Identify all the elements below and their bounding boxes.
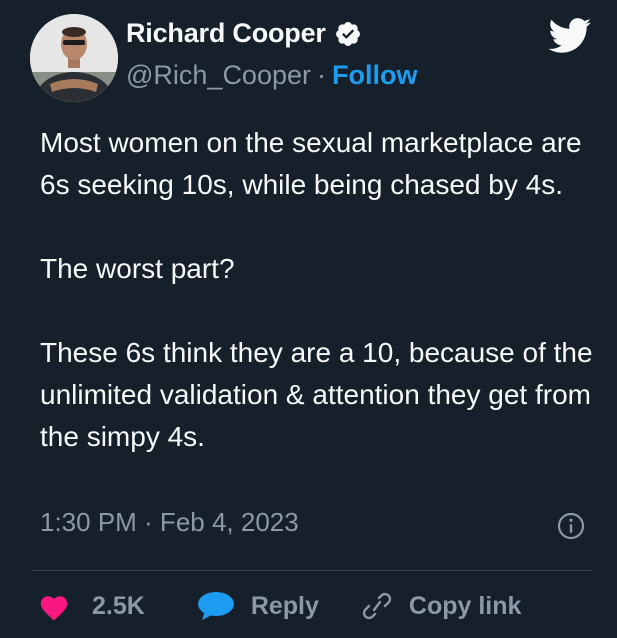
tweet-paragraph: The worst part? xyxy=(40,253,235,284)
heart-icon xyxy=(38,592,70,621)
tweet-paragraph: These 6s think they are a 10, because of… xyxy=(40,337,593,452)
follow-button[interactable]: Follow xyxy=(332,60,417,90)
tweet-paragraph: Most women on the sexual marketplace are… xyxy=(40,127,582,200)
reply-label: Reply xyxy=(250,591,319,620)
divider xyxy=(32,570,593,571)
copy-link-label: Copy link xyxy=(408,591,522,620)
avatar-photo xyxy=(30,14,118,102)
twitter-bird-icon[interactable] xyxy=(548,18,592,54)
like-count: 2.5K xyxy=(92,591,145,620)
info-icon[interactable] xyxy=(556,511,586,541)
tweet-actions: 2.5K Reply Copy link xyxy=(38,584,521,628)
verified-badge-icon xyxy=(334,20,362,48)
author-handle-row: @Rich_Cooper · Follow xyxy=(126,60,417,91)
author-display-name[interactable]: Richard Cooper xyxy=(126,18,326,49)
reply-button[interactable]: Reply xyxy=(197,591,319,621)
author-name-row: Richard Cooper xyxy=(126,18,362,49)
separator-dot: · xyxy=(317,60,326,90)
avatar[interactable] xyxy=(30,14,118,102)
copy-link-button[interactable]: Copy link xyxy=(359,591,522,621)
tweet-text: Most women on the sexual marketplace are… xyxy=(40,122,600,458)
link-icon xyxy=(359,591,395,621)
tweet-card: Richard Cooper @Rich_Cooper · Follow Most … xyxy=(0,0,617,638)
speech-bubble-icon xyxy=(197,591,235,621)
like-button[interactable]: 2.5K xyxy=(38,592,145,621)
author-handle[interactable]: @Rich_Cooper xyxy=(126,60,311,90)
tweet-timestamp[interactable]: 1:30 PM · Feb 4, 2023 xyxy=(40,507,299,538)
